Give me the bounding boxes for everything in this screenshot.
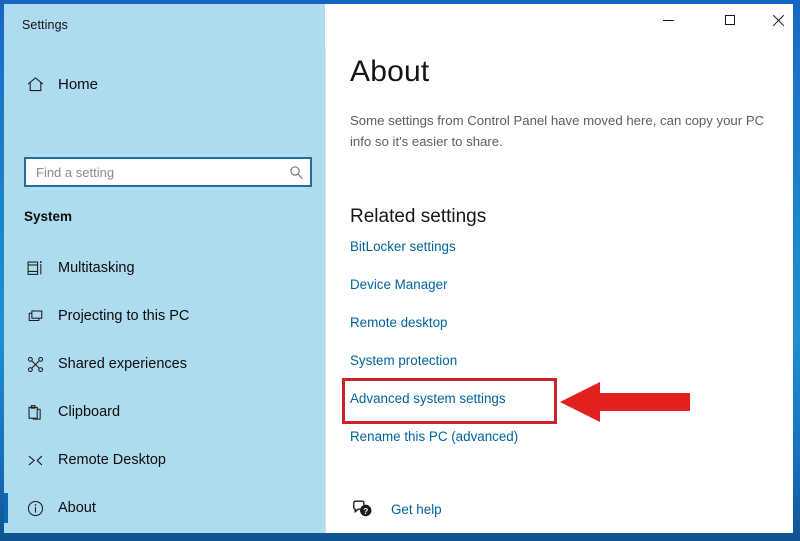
sidebar: Home System	[4, 48, 325, 533]
sidebar-item-about[interactable]: About	[4, 484, 325, 532]
selection-indicator	[4, 253, 8, 283]
minimize-button[interactable]	[645, 4, 691, 36]
title-bar: Settings	[4, 4, 793, 48]
selection-indicator	[4, 301, 8, 331]
projecting-icon	[18, 307, 52, 326]
sidebar-item-label: Clipboard	[58, 404, 121, 420]
svg-text:?: ?	[363, 505, 368, 515]
selection-indicator	[4, 397, 8, 427]
clipboard-icon	[18, 403, 52, 422]
minimize-icon	[662, 19, 674, 21]
close-button[interactable]	[755, 4, 793, 36]
home-icon	[18, 75, 52, 94]
settings-window: Settings Home Find a setting System Mult…	[0, 0, 800, 541]
sidebar-item-clipboard[interactable]: Clipboard	[4, 388, 325, 436]
page-description: Some settings from Control Panel have mo…	[350, 113, 765, 149]
sidebar-item-label: Projecting to this PC	[58, 308, 190, 324]
sidebar-item-multitasking[interactable]: Multitasking	[4, 244, 325, 292]
selection-indicator	[4, 445, 8, 475]
sidebar-item-label: About	[58, 500, 96, 516]
window-body: Settings Home Find a setting System Mult…	[4, 4, 793, 533]
multitasking-icon	[18, 259, 52, 278]
get-help-link[interactable]: Get help	[391, 502, 442, 517]
link-remote-desktop[interactable]: Remote desktop	[350, 314, 780, 352]
info-icon	[18, 499, 52, 518]
close-icon	[772, 14, 784, 26]
sidebar-item-label: Shared experiences	[58, 356, 187, 372]
link-bitlocker-settings[interactable]: BitLocker settings	[350, 238, 780, 276]
search-box[interactable]	[24, 157, 312, 187]
sidebar-item-home[interactable]: Home	[4, 66, 325, 102]
link-advanced-system-settings[interactable]: Advanced system settings	[350, 390, 780, 428]
related-settings-heading: Related settings	[350, 206, 487, 227]
selection-indicator	[4, 493, 8, 523]
sidebar-item-projecting-to-this-pc[interactable]: Projecting to this PC	[4, 292, 325, 340]
search-input[interactable]	[26, 159, 282, 185]
selection-indicator	[4, 349, 8, 379]
search-icon[interactable]	[282, 165, 310, 180]
link-device-manager[interactable]: Device Manager	[350, 276, 780, 314]
sidebar-group-header: System	[24, 209, 73, 224]
maximize-button[interactable]	[707, 4, 753, 36]
main-content: About Some settings from Control Panel h…	[326, 48, 793, 533]
sidebar-item-label-home: Home	[58, 75, 99, 93]
sidebar-nav-list: Multitasking Projecting to this PC Share…	[4, 244, 325, 532]
get-help-row[interactable]: ? Get help	[350, 498, 442, 520]
remote-desktop-icon	[18, 451, 52, 470]
link-rename-this-pc[interactable]: Rename this PC (advanced)	[350, 428, 780, 466]
maximize-icon	[725, 15, 735, 25]
sidebar-item-remote-desktop[interactable]: Remote Desktop	[4, 436, 325, 484]
shared-icon	[18, 355, 52, 374]
sidebar-item-shared-experiences[interactable]: Shared experiences	[4, 340, 325, 388]
sidebar-item-label: Remote Desktop	[58, 452, 166, 468]
link-system-protection[interactable]: System protection	[350, 352, 780, 390]
sidebar-item-label: Multitasking	[58, 260, 135, 276]
help-bubble-icon: ?	[350, 498, 376, 520]
app-title: Settings	[22, 18, 68, 32]
page-title: About	[350, 55, 430, 88]
related-settings-links: BitLocker settings Device Manager Remote…	[350, 238, 780, 466]
